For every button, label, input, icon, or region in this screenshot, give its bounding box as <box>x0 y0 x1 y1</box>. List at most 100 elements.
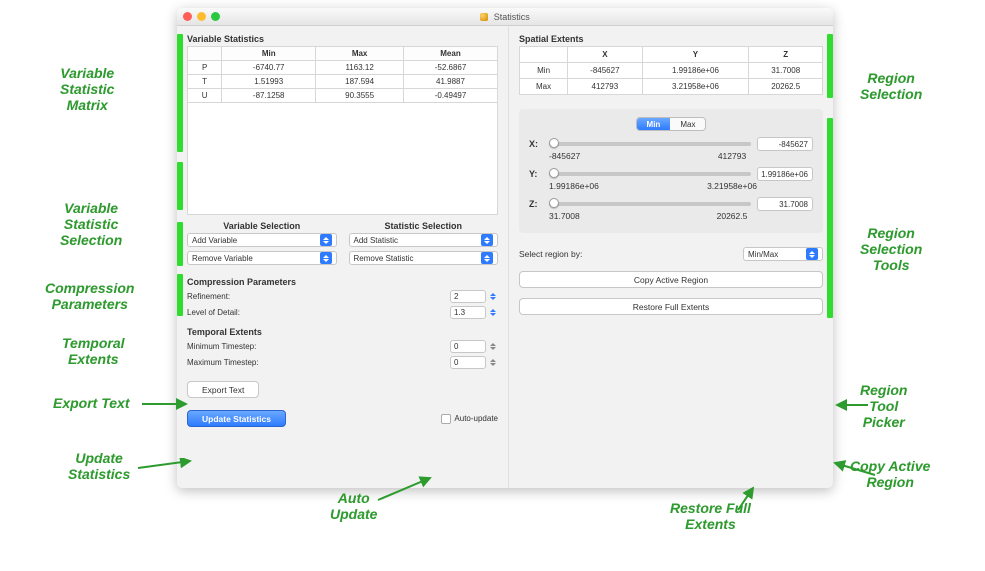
compression-group: Compression Parameters Refinement: 2 Lev… <box>187 277 498 319</box>
max-ts-stepper[interactable] <box>488 356 498 369</box>
z-slider[interactable] <box>549 202 751 206</box>
refinement-stepper[interactable] <box>488 290 498 303</box>
z-slider-row: Z: 31.7008 <box>529 197 813 211</box>
col-var <box>188 47 222 61</box>
window-title: Statistics <box>177 12 833 22</box>
x-slider-row: X: -845627 <box>529 137 813 151</box>
table-row: Min -845627 1.99186e+06 31.7008 <box>520 63 823 79</box>
refinement-value[interactable]: 2 <box>450 290 486 303</box>
remove-variable-select[interactable]: Remove Variable <box>187 251 337 265</box>
arrow-icon <box>833 398 873 412</box>
stat-sel-heading: Statistic Selection <box>349 221 499 231</box>
x-slider[interactable] <box>549 142 751 146</box>
sp-col-y: Y <box>642 47 749 63</box>
add-variable-select[interactable]: Add Variable <box>187 233 337 247</box>
y-low-label: 1.99186e+06 <box>549 181 671 191</box>
export-text-button[interactable]: Export Text <box>187 381 259 398</box>
lod-value[interactable]: 1.3 <box>450 306 486 319</box>
marker-temporal <box>177 274 183 316</box>
chevron-updown-icon <box>320 252 332 264</box>
z-value-input[interactable]: 31.7008 <box>757 197 813 211</box>
marker-var-stat-matrix <box>177 34 183 152</box>
table-row[interactable]: U -87.1258 90.3555 -0.49497 <box>188 89 498 103</box>
col-max: Max <box>316 47 404 61</box>
annot-var-stat-sel: Variable Statistic Selection <box>60 200 122 248</box>
region-by-select[interactable]: Min/Max <box>743 247 823 261</box>
z-label: Z: <box>529 199 543 209</box>
spatial-extents-table: X Y Z Min -845627 1.99186e+06 31.7008 Ma… <box>519 46 823 95</box>
right-pane: Spatial Extents X Y Z Min -845627 1.9918… <box>509 26 833 488</box>
chevron-updown-icon <box>481 234 493 246</box>
region-by-label: Select region by: <box>519 249 743 259</box>
var-sel-heading: Variable Selection <box>187 221 337 231</box>
auto-update-checkbox[interactable]: Auto-update <box>441 414 498 424</box>
variable-selection-group: Variable Selection Add Variable Remove V… <box>187 221 337 269</box>
annot-auto-update: Auto Update <box>330 490 377 522</box>
remove-statistic-select[interactable]: Remove Statistic <box>349 251 499 265</box>
col-min: Min <box>222 47 316 61</box>
annot-export-text: Export Text <box>53 395 130 411</box>
spatial-heading: Spatial Extents <box>519 34 823 44</box>
marker-region-tools <box>827 118 833 318</box>
annot-update-stats: Update Statistics <box>68 450 130 482</box>
refinement-label: Refinement: <box>187 292 444 301</box>
arrow-icon <box>140 397 190 411</box>
min-max-segmented-control[interactable]: Min Max <box>636 117 707 131</box>
x-value-input[interactable]: -845627 <box>757 137 813 151</box>
x-label: X: <box>529 139 543 149</box>
compression-heading: Compression Parameters <box>187 277 498 287</box>
x-low-label: -845627 <box>549 151 671 161</box>
max-ts-label: Maximum Timestep: <box>187 358 444 367</box>
temporal-heading: Temporal Extents <box>187 327 498 337</box>
col-mean: Mean <box>404 47 498 61</box>
table-row[interactable]: T 1.51993 187.594 41.9887 <box>188 75 498 89</box>
chevron-updown-icon <box>806 248 818 260</box>
annot-temporal-ext: Temporal Extents <box>62 335 125 367</box>
checkbox-icon <box>441 414 451 424</box>
copy-active-region-button[interactable]: Copy Active Region <box>519 271 823 288</box>
z-low-label: 31.7008 <box>549 211 671 221</box>
marker-compression <box>177 222 183 266</box>
y-label: Y: <box>529 169 543 179</box>
y-slider[interactable] <box>549 172 751 176</box>
statistic-selection-group: Statistic Selection Add Statistic Remove… <box>349 221 499 269</box>
lod-label: Level of Detail: <box>187 308 444 317</box>
arrow-icon <box>735 485 785 515</box>
update-statistics-button[interactable]: Update Statistics <box>187 410 286 427</box>
slider-panel: Min Max X: -845627 -845627 412793 Y: <box>519 109 823 233</box>
sp-col-blank <box>520 47 568 63</box>
z-high-label: 20262.5 <box>671 211 793 221</box>
statistics-window: Statistics Variable Statistics Min Max M… <box>177 8 833 488</box>
var-stats-empty-area <box>187 103 498 215</box>
annot-var-stat-matrix: Variable Statistic Matrix <box>60 65 114 113</box>
min-ts-value[interactable]: 0 <box>450 340 486 353</box>
chevron-updown-icon <box>320 234 332 246</box>
seg-max[interactable]: Max <box>670 118 705 130</box>
temporal-group: Temporal Extents Minimum Timestep: 0 Max… <box>187 327 498 369</box>
max-ts-value[interactable]: 0 <box>450 356 486 369</box>
seg-min[interactable]: Min <box>637 118 671 130</box>
region-by-row: Select region by: Min/Max <box>519 247 823 261</box>
titlebar: Statistics <box>177 8 833 26</box>
restore-full-extents-button[interactable]: Restore Full Extents <box>519 298 823 315</box>
chevron-updown-icon <box>481 252 493 264</box>
annot-comp-params: Compression Parameters <box>45 280 134 312</box>
y-high-label: 3.21958e+06 <box>671 181 793 191</box>
annot-region-sel-tools: Region Selection Tools <box>860 225 922 273</box>
add-statistic-select[interactable]: Add Statistic <box>349 233 499 247</box>
sp-col-x: X <box>568 47 642 63</box>
min-ts-label: Minimum Timestep: <box>187 342 444 351</box>
min-ts-stepper[interactable] <box>488 340 498 353</box>
marker-var-stat-selection <box>177 162 183 210</box>
var-stats-heading: Variable Statistics <box>187 34 498 44</box>
lod-stepper[interactable] <box>488 306 498 319</box>
table-row[interactable]: P -6740.77 1163.12 -52.6867 <box>188 61 498 75</box>
x-high-label: 412793 <box>671 151 793 161</box>
arrow-icon <box>830 460 880 480</box>
sp-col-z: Z <box>749 47 823 63</box>
app-badge-icon <box>480 13 488 21</box>
arrow-icon <box>375 475 435 505</box>
arrow-icon <box>135 458 195 478</box>
var-stats-table: Min Max Mean P -6740.77 1163.12 -52.6867… <box>187 46 498 103</box>
y-value-input[interactable]: 1.99186e+06 <box>757 167 813 181</box>
